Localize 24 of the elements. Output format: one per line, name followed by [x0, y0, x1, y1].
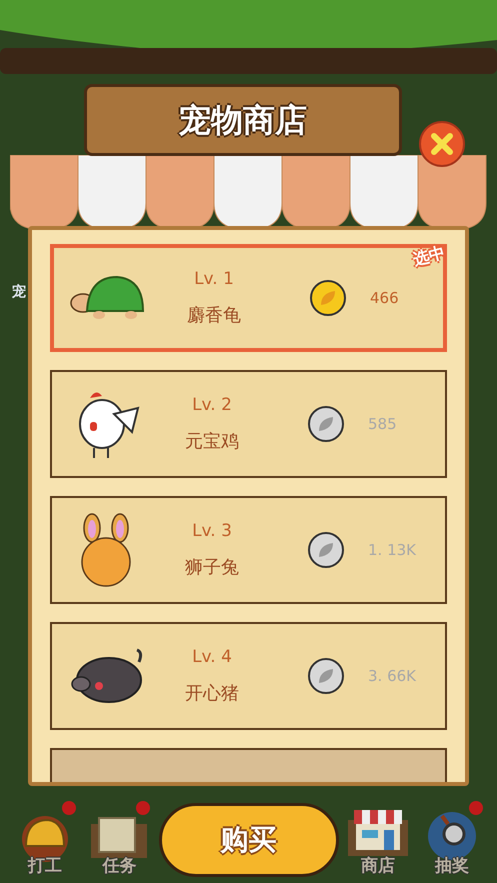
pet-level: Lv. 2 — [192, 394, 232, 417]
pet-level: Lv. 3 — [192, 520, 232, 543]
nav-item[interactable]: 打工 — [10, 795, 80, 879]
pet-price: 466 — [370, 288, 399, 309]
pet-card[interactable]: Lv. 4 开心猪 3. 66K — [50, 622, 447, 730]
pet-card[interactable]: Lv. 3 狮子兔 1. 13K — [50, 496, 447, 604]
pet-price: 1. 13K — [368, 540, 416, 561]
pet-name: 元宝鸡 — [185, 430, 239, 454]
pet-name: 开心猪 — [185, 682, 239, 706]
nav-item[interactable]: 商店 — [342, 795, 413, 879]
background-label: 宠 — [12, 282, 26, 302]
pet-card[interactable]: Lv. 1 麝香龟 466 选中 — [50, 244, 447, 352]
pet-name: 麝香龟 — [187, 304, 241, 328]
pet-level: Lv. 4 — [192, 646, 232, 669]
close-button[interactable] — [419, 121, 465, 167]
pet-level: Lv. 1 — [194, 268, 234, 291]
pet-card[interactable]: Lv. 2 元宝鸡 585 — [50, 370, 447, 478]
close-icon — [429, 131, 455, 157]
shop-title: 宠物商店 — [179, 100, 307, 141]
pet-price: 3. 66K — [368, 666, 416, 687]
pet-name: 狮子兔 — [185, 556, 239, 580]
nav-item[interactable]: 任务 — [84, 795, 154, 879]
pet-price: 585 — [368, 414, 397, 435]
nav-item[interactable]: 抽奖 — [417, 795, 487, 879]
